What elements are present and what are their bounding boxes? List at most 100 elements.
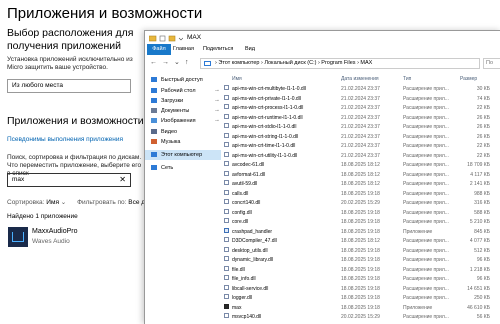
file-name: avformat-61.dll [232,171,266,178]
file-row[interactable]: msvcp140.dll 20.02.2025 15:29 Расширение п… [222,313,500,321]
file-row[interactable]: calls.dll 18.08.2025 19:18 Расширение прил… [222,189,500,198]
tab-file[interactable]: Файл [147,44,171,55]
nav-item[interactable]: Этот компьютер [145,150,221,160]
page-title: Приложения и возможности [7,5,203,22]
back-arrow-icon[interactable]: ← [150,57,157,69]
address-bar[interactable]: › Этот компьютер › Локальный диск (C:) ›… [200,58,480,69]
sort-filter-row: Сортировка: Имя ⌄ Фильтровать по: Все д [7,199,146,206]
dll-file-icon [224,237,229,242]
application-icon [224,227,229,233]
breadcrumb: › Этот компьютер › Локальный диск (C:) ›… [215,60,373,66]
install-source-select[interactable]: Из любого места [7,79,131,93]
dll-file-icon [224,123,229,128]
file-row[interactable]: api-ms-win-crt-multibyte-l1-1-0.dll 21.02… [222,85,500,93]
dll-file-icon [224,189,229,195]
ribbon-tabs: Файл Главная Поделиться Вид [145,44,500,55]
found-count: Найдено 1 приложение [7,213,78,220]
file-row[interactable]: avcodec-61.dll 18.08.2025 18:12 Расширение… [222,161,500,169]
tab-home[interactable]: Главная [169,44,198,55]
pin-icon: ⊸ [214,118,219,124]
file-row[interactable]: api-ms-win-crt-string-l1-1-0.dll 21.02.20… [222,132,500,141]
file-size: 96 КБ [476,276,490,282]
file-row[interactable]: api-ms-win-crt-stdio-l1-1-0.dll 21.02.202… [222,123,500,131]
pin-icon: ⊸ [214,88,219,94]
nav-item[interactable]: Изображения ⊸ [151,116,221,126]
column-date[interactable]: Дата изменения [341,75,379,84]
dll-file-icon [224,94,229,100]
file-row[interactable]: logger.dll 18.08.2025 19:18 Расширение при… [222,294,500,302]
recent-locations-icon[interactable]: ⌄ [174,57,180,69]
nav-item[interactable]: Сеть [151,163,221,173]
file-row[interactable]: file.dll 18.08.2025 19:18 Расширение прил.… [222,265,500,274]
app-search-input[interactable]: max ✕ [7,173,131,187]
file-row[interactable]: api-ms-win-crt-private-l1-1-0.dll 21.02.2… [222,94,500,103]
file-row[interactable]: avformat-61.dll 18.08.2025 18:12 Расширени… [222,170,500,179]
file-row[interactable]: libcall-service.dll 18.08.2025 19:18 Расши… [222,284,500,293]
nav-item-label: Быстрый доступ [161,77,203,83]
clear-search-icon[interactable]: ✕ [119,174,126,186]
file-date: 18.08.2025 19:18 [341,276,380,282]
file-row[interactable]: file_info.dll 18.08.2025 19:18 Расширение … [222,275,500,283]
computer-icon [151,152,157,158]
file-date: 20.02.2025 15:29 [341,200,380,206]
up-arrow-icon[interactable]: ↑ [185,57,189,69]
dll-file-icon [224,275,229,280]
app-execution-aliases-link[interactable]: Псевдонимы выполнения приложения [7,136,123,143]
file-name: avcodec-61.dll [232,162,265,168]
file-row[interactable]: dynamic_library.dll 18.08.2025 19:18 Расши… [222,256,500,264]
nav-item[interactable]: Музыка [151,137,221,147]
file-date: 18.08.2025 19:18 [341,190,380,197]
file-row[interactable]: concrt140.dll 20.02.2025 15:29 Расширение … [222,199,500,207]
file-type: Расширение прил... [403,314,449,320]
file-row[interactable]: core.dll 18.08.2025 19:18 Расширение прил.… [222,218,500,226]
file-name: crashpad_handler [232,228,273,235]
filter-label: Фильтровать по: [77,199,127,206]
nav-item[interactable]: Рабочий стол ⊸ [151,86,221,96]
file-row[interactable]: desktop_utils.dll 18.08.2025 19:18 Расшире… [222,246,500,255]
sort-dropdown[interactable]: Имя [46,199,59,206]
file-row[interactable]: crashpad_handler 18.08.2025 19:18 Приложен… [222,227,500,236]
install-source-description: Установка приложений исключительно из Mi… [7,56,133,71]
column-name[interactable]: Имя [232,75,242,84]
file-type: Расширение прил... [403,162,449,168]
nav-item[interactable]: Быстрый доступ [151,75,221,85]
file-type: Приложение [403,228,433,235]
dll-file-icon [224,113,229,119]
dll-file-icon [224,199,229,204]
nav-item[interactable]: Загрузки ⊸ [151,96,221,106]
file-row[interactable]: api-ms-win-crt-process-l1-1-0.dll 21.02.2… [222,104,500,112]
file-row[interactable]: api-ms-win-crt-utility-l1-1-0.dll 21.02.2… [222,151,500,160]
file-name: dynamic_library.dll [232,257,274,263]
file-row[interactable]: D3DCompiler_47.dll 18.08.2025 18:12 Расшир… [222,237,500,245]
file-row[interactable]: api-ms-win-crt-time-l1-1-0.dll 21.02.2024… [222,142,500,150]
forward-arrow-icon[interactable]: → [162,57,169,69]
app-name[interactable]: MaxxAudioPro [32,228,78,235]
explorer-titlebar: MAX [145,31,500,44]
column-type[interactable]: Тип [403,75,411,84]
nav-item[interactable]: Документы ⊸ [151,106,221,116]
file-date: 21.02.2024 23:37 [341,114,380,121]
file-size: 26 КБ [476,133,490,140]
tab-share[interactable]: Поделиться [199,44,237,55]
file-row[interactable]: max 18.08.2025 19:18 Приложение 46 610 КБ [222,303,500,312]
nav-item-label: Видео [161,129,178,135]
file-date: 20.02.2025 15:29 [341,314,380,320]
column-size[interactable]: Размер [460,75,477,84]
file-size: 18 709 КБ [467,162,490,168]
file-type: Расширение прил... [403,257,449,263]
file-row[interactable]: config.dll 18.08.2025 19:18 Расширение при… [222,208,500,217]
file-type: Расширение прил... [403,247,449,254]
dll-file-icon [224,104,229,109]
file-size: 56 КБ [476,314,490,320]
explorer-search-input[interactable]: По [483,58,500,69]
file-row[interactable]: api-ms-win-crt-runtime-l1-1-0.dll 21.02.2… [222,113,500,122]
file-type: Расширение прил... [403,114,449,121]
tab-view[interactable]: Вид [241,44,259,55]
dll-file-icon [224,256,229,261]
nav-item[interactable]: Видео [151,127,221,137]
filter-dropdown[interactable]: Все д [128,199,145,206]
file-name: avutil-59.dll [232,181,258,187]
file-name: api-ms-win-crt-stdio-l1-1-0.dll [232,124,297,130]
file-type: Расширение прил... [403,133,449,140]
file-row[interactable]: avutil-59.dll 18.08.2025 18:12 Расширение … [222,180,500,188]
